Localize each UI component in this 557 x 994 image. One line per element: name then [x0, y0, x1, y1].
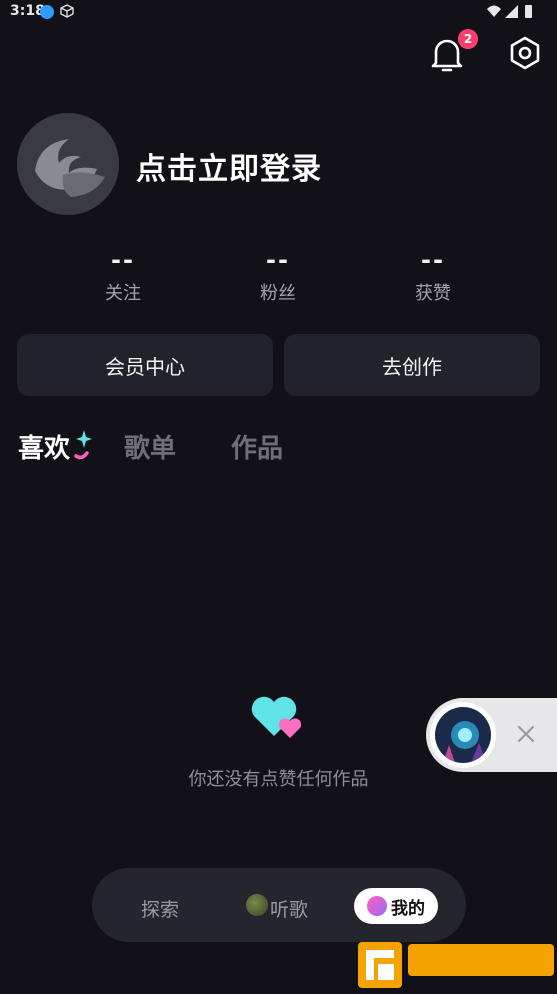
stat-label: 关注 [105, 283, 141, 304]
close-icon[interactable] [512, 720, 540, 748]
cube-icon [60, 4, 74, 18]
notification-badge: 2 [458, 29, 478, 49]
stat-likes[interactable]: -- 获赞 [373, 247, 493, 305]
heart-icon [251, 696, 302, 738]
status-bar: 3:18 [0, 0, 557, 24]
stat-value: -- [111, 246, 135, 274]
create-button[interactable]: 去创作 [284, 334, 540, 396]
nav-explore[interactable]: 探索 [141, 895, 179, 922]
album-art[interactable] [435, 707, 491, 763]
now-playing-thumb-icon [246, 894, 268, 916]
stat-value: -- [421, 246, 445, 274]
tab-likes[interactable]: 喜欢 [18, 428, 70, 465]
login-prompt[interactable]: 点击立即登录 [136, 144, 322, 188]
mine-icon [367, 896, 387, 916]
nav-mine-label: 我的 [391, 898, 425, 919]
stat-followers[interactable]: -- 粉丝 [218, 247, 338, 305]
nav-listen[interactable]: 听歌 [270, 895, 308, 922]
avatar[interactable] [17, 113, 119, 215]
stat-value: -- [266, 246, 290, 274]
vip-center-button[interactable]: 会员中心 [17, 334, 273, 396]
stat-label: 粉丝 [260, 283, 296, 304]
battery-icon [525, 5, 532, 18]
settings-icon[interactable] [506, 34, 544, 74]
watermark-logo [356, 940, 557, 990]
default-avatar-icon [35, 139, 105, 197]
stat-label: 获赞 [415, 283, 451, 304]
tab-playlists[interactable]: 歌单 [124, 428, 176, 465]
status-icons [487, 5, 532, 18]
download-icon [40, 5, 54, 19]
nav-mine[interactable]: 我的 [354, 888, 438, 924]
signal-icon [505, 5, 518, 18]
wifi-icon [487, 5, 501, 17]
stat-following[interactable]: -- 关注 [63, 247, 183, 305]
sparkle-icon [74, 430, 92, 460]
tab-works[interactable]: 作品 [231, 428, 283, 465]
